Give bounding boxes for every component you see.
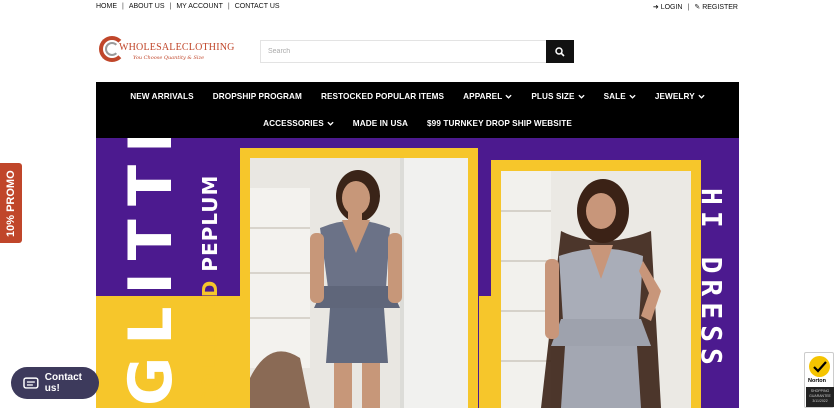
my-account-link[interactable]: MY ACCOUNT [176, 3, 223, 10]
search-input[interactable] [260, 40, 546, 63]
logo-name: WHOLESALECLOTHING [119, 42, 235, 53]
chevron-down-icon [629, 94, 636, 99]
chevron-down-icon [505, 94, 512, 99]
chevron-down-icon [577, 94, 585, 99]
promo-label: 10% PROMO [5, 170, 17, 237]
about-us-link[interactable]: ABOUT US [129, 3, 165, 10]
register-link[interactable]: ✎ REGISTER [694, 3, 738, 11]
top-utility-bar: HOME | ABOUT US | MY ACCOUNT | CONTACT U… [0, 0, 834, 14]
hero-banner[interactable]: GLITTER COLLARED PEPLUM HI DRESS [96, 138, 739, 408]
norton-shopping-guarantee-badge[interactable]: Norton SHOPPING GUARANTEE 3/11/2022 [804, 352, 834, 408]
utility-links-left: HOME | ABOUT US | MY ACCOUNT | CONTACT U… [96, 3, 280, 10]
nav-apparel[interactable]: APPAREL [463, 92, 512, 101]
login-label: LOGIN [660, 4, 683, 11]
login-link[interactable]: ➜ LOGIN [653, 3, 683, 11]
nav-row-2: ACCESSORIES MADE IN USA $99 TURNKEY DROP… [96, 119, 739, 128]
nav-jewelry[interactable]: JEWELRY [655, 92, 705, 101]
nav-label: SALE [603, 92, 626, 101]
banner-peplum-word: PEPLUM [198, 174, 222, 272]
search-button[interactable] [546, 40, 574, 63]
separator: | [687, 3, 690, 11]
model-photo-right [501, 171, 691, 408]
nav-label: $99 TURNKEY DROP SHIP WEBSITE [427, 119, 572, 128]
nav-label: JEWELRY [654, 92, 695, 101]
nav-label: PLUS SIZE [531, 92, 575, 101]
nav-restocked-popular-items[interactable]: RESTOCKED POPULAR ITEMS [321, 92, 444, 101]
site-logo[interactable]: WHOLESALECLOTHING You Choose Quantity & … [99, 36, 235, 66]
banner-collared-peplum-text: COLLARED PEPLUM [198, 175, 222, 406]
chevron-down-icon [327, 121, 334, 126]
login-icon: ➜ [652, 4, 659, 11]
checkmark-icon [809, 356, 830, 377]
norton-date: 3/11/2022 [812, 399, 828, 403]
nav-label: DROPSHIP PROGRAM [212, 92, 302, 101]
nav-plus-size[interactable]: PLUS SIZE [531, 92, 585, 101]
nav-label: MADE IN USA [352, 119, 409, 128]
chat-icon [23, 376, 39, 389]
contact-us-button[interactable]: Contact us! [11, 367, 99, 399]
separator: | [122, 3, 124, 10]
banner-collared-word: COLLARED [198, 279, 222, 406]
banner-hi-dress-text: HI DRESS [695, 188, 728, 371]
logo-inner-ring-icon [105, 42, 119, 56]
search-icon [555, 46, 565, 57]
norton-brand: Norton [808, 378, 827, 384]
page: HOME | ABOUT US | MY ACCOUNT | CONTACT U… [0, 0, 834, 408]
banner-glitter-text: GLITTER [116, 138, 186, 406]
contact-us-label: Contact us! [44, 372, 83, 394]
nav-accessories[interactable]: ACCESSORIES [263, 119, 334, 128]
nav-turnkey-drop-ship-website[interactable]: $99 TURNKEY DROP SHIP WEBSITE [427, 119, 572, 128]
promo-side-tab[interactable]: 10% PROMO [0, 163, 22, 243]
home-link[interactable]: HOME [96, 3, 117, 10]
contact-us-link[interactable]: CONTACT US [235, 3, 280, 10]
nav-row-1: NEW ARRIVALS DROPSHIP PROGRAM RESTOCKED … [96, 92, 739, 101]
model-photo-right-image [501, 171, 691, 408]
nav-sale[interactable]: SALE [604, 92, 636, 101]
nav-new-arrivals[interactable]: NEW ARRIVALS [130, 92, 194, 101]
search-bar [260, 40, 574, 63]
nav-label: NEW ARRIVALS [130, 92, 194, 101]
nav-label: ACCESSORIES [263, 119, 324, 128]
nav-dropship-program[interactable]: DROPSHIP PROGRAM [213, 92, 302, 101]
utility-links-right: ➜ LOGIN | ✎ REGISTER [653, 3, 738, 12]
main-navigation: NEW ARRIVALS DROPSHIP PROGRAM RESTOCKED … [96, 82, 739, 138]
separator: | [169, 3, 172, 10]
nav-label: APPAREL [463, 92, 503, 101]
nav-made-in-usa[interactable]: MADE IN USA [353, 119, 408, 128]
separator: | [227, 3, 230, 10]
chevron-down-icon [698, 94, 705, 99]
register-label: REGISTER [702, 4, 738, 11]
model-photo-left [250, 158, 468, 408]
nav-label: RESTOCKED POPULAR ITEMS [320, 92, 445, 101]
pencil-icon: ✎ [694, 4, 701, 11]
norton-guarantee-label: SHOPPING GUARANTEE 3/11/2022 [806, 387, 834, 407]
logo-tagline: You Choose Quantity & Size [133, 55, 205, 61]
model-photo-left-image [250, 158, 468, 408]
